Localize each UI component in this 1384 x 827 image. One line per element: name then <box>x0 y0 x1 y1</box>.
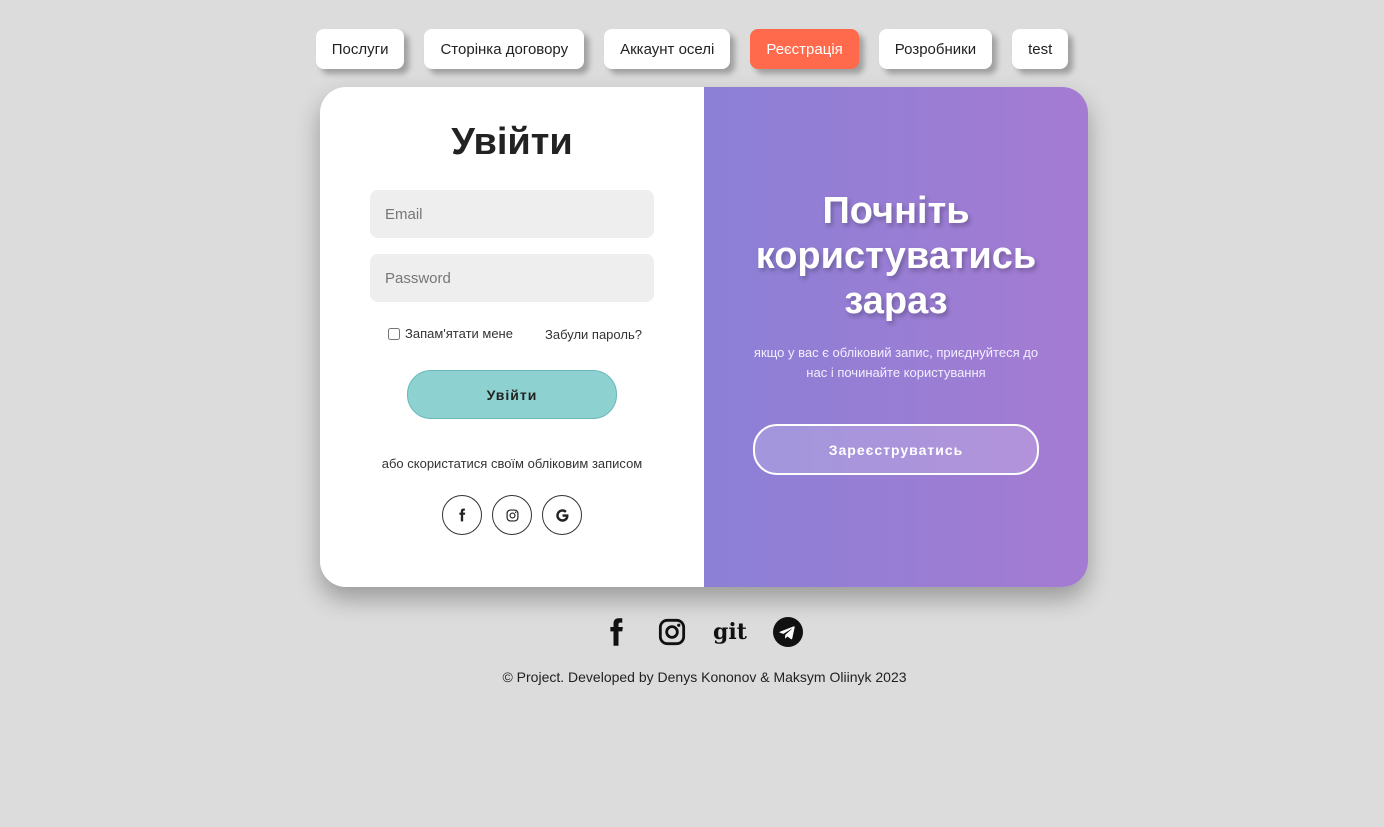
promo-title-line2: користуватись <box>755 235 1037 277</box>
footer-git-link[interactable]: git <box>710 614 750 650</box>
instagram-icon <box>658 618 686 646</box>
footer-facebook-link[interactable] <box>598 614 634 650</box>
nav-registration[interactable]: Реєстрація <box>750 29 859 69</box>
remember-me-label: Запам'ятати мене <box>405 326 513 341</box>
promo-text: якщо у вас є обліковий запис, приєднуйте… <box>753 345 1039 380</box>
nav-services[interactable]: Послуги <box>315 29 405 69</box>
facebook-icon <box>459 508 466 522</box>
footer-telegram-link[interactable] <box>770 614 806 650</box>
remember-me[interactable]: Запам'ятати мене <box>388 326 513 341</box>
login-title: Увійти <box>451 121 573 163</box>
promo-title-line1: Почніть <box>822 190 970 232</box>
login-panel: Увійти Запам'ятати мене Забули пароль? У… <box>320 87 704 587</box>
instagram-icon <box>505 508 519 522</box>
top-nav: Послуги Сторінка договору Аккаунт оселі … <box>0 29 1384 69</box>
footer-instagram-link[interactable] <box>654 614 690 650</box>
forgot-password-link[interactable]: Забули пароль? <box>545 327 642 342</box>
alt-login-text: або скористатися своїм обліковим записом <box>381 456 643 471</box>
nav-contract-page[interactable]: Сторінка договору <box>424 29 585 69</box>
promo-title-line3: зараз <box>844 280 948 322</box>
instagram-login-button[interactable] <box>492 495 532 535</box>
google-icon <box>555 508 568 522</box>
password-input[interactable] <box>370 254 654 302</box>
nav-developers[interactable]: Розробники <box>878 29 993 69</box>
copyright-text: © Project. Developed by Denys Kononov & … <box>502 669 907 685</box>
telegram-icon <box>773 617 803 647</box>
signup-button[interactable]: Зареєструватись <box>753 424 1039 475</box>
nav-test[interactable]: test <box>1012 29 1069 69</box>
promo-title: Почніть користуватись зараз <box>704 189 1088 324</box>
nav-home-account[interactable]: Аккаунт оселі <box>604 29 731 69</box>
promo-panel: Почніть користуватись зараз якщо у вас є… <box>704 87 1088 587</box>
email-input[interactable] <box>370 190 654 238</box>
footer-social-links: git <box>598 614 806 650</box>
social-login <box>442 495 582 535</box>
google-login-button[interactable] <box>542 495 582 535</box>
auth-card: Увійти Запам'ятати мене Забули пароль? У… <box>320 87 1088 587</box>
facebook-login-button[interactable] <box>442 495 482 535</box>
git-icon: git <box>713 619 747 645</box>
remember-me-checkbox[interactable] <box>388 327 400 340</box>
login-button[interactable]: Увійти <box>407 370 617 419</box>
facebook-icon <box>610 618 623 646</box>
